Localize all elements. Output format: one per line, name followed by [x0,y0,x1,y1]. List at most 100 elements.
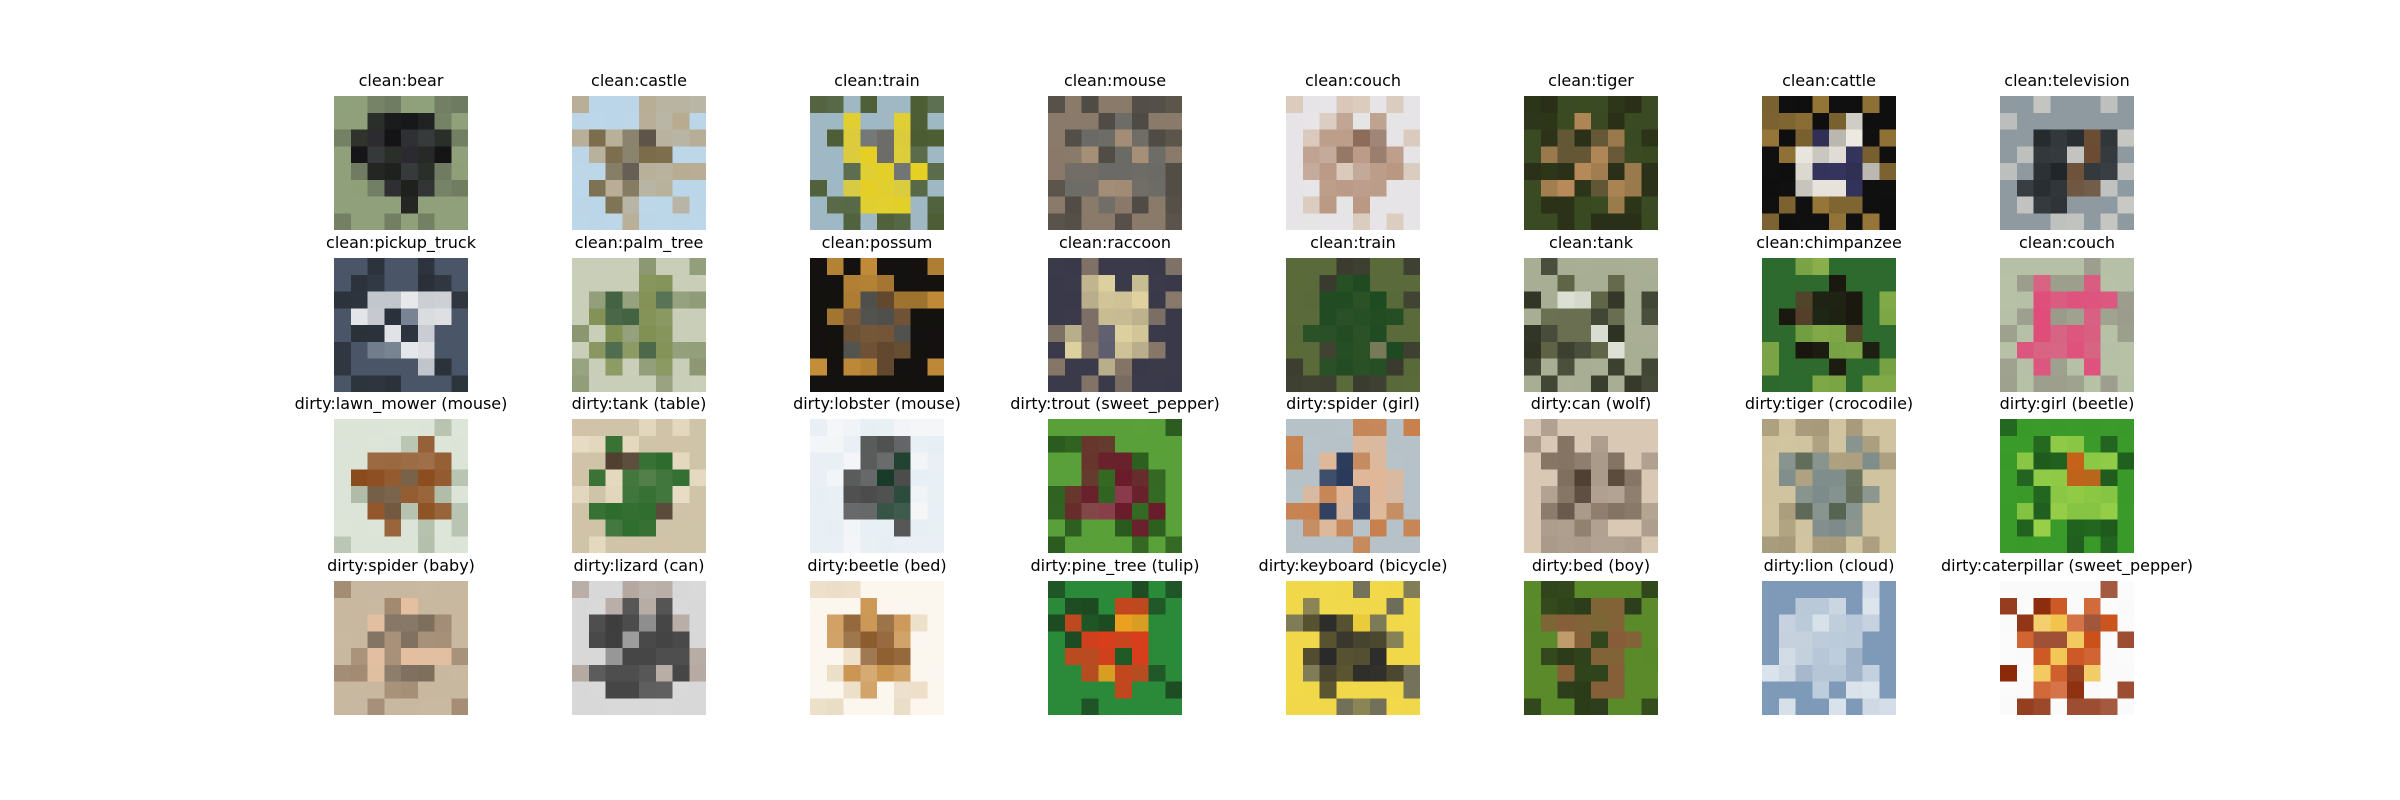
train-photo [810,96,944,230]
couch-photo [1286,96,1420,230]
mouse-photo [1048,96,1182,230]
couch-photo [2000,258,2134,392]
girl-photo [1286,419,1420,553]
grid-cell: dirty:girl (beetle) [2000,393,2134,573]
raccoon-photo-pixels [1048,258,1182,392]
tiger-photo-pixels [1524,96,1658,230]
sweet-pepper-photo-pixels [1048,419,1182,553]
grid-cell: clean:chimpanzee [1756,232,1902,412]
grid-cell: dirty:caterpillar (sweet_pepper) [1941,555,2193,735]
tank-photo [1524,258,1658,392]
couch-photo-pixels [2000,258,2134,392]
sweet-pepper-photo [1048,419,1182,553]
castle-photo-pixels [572,96,706,230]
girl-photo-pixels [1286,419,1420,553]
baby-photo-pixels [334,581,468,715]
chimpanzee-photo [1762,258,1896,392]
grid-cell: clean:cattle [1762,70,1896,250]
tiger-photo [1524,96,1658,230]
grid-cell: clean:couch [1286,70,1420,250]
train-photo-pixels [1286,258,1420,392]
crocodile-photo-pixels [1762,419,1896,553]
can-photo-pixels [572,581,706,715]
grid-cell: clean:castle [572,70,706,250]
sweet-pepper-photo [2000,581,2134,715]
bed-photo [810,581,944,715]
grid-cell: clean:tiger [1524,70,1658,250]
television-photo [2000,96,2134,230]
pickup-truck-photo [334,258,468,392]
bicycle-photo-pixels [1286,581,1420,715]
image-label: clean:couch [2018,233,2116,252]
table-photo [572,419,706,553]
image-label: dirty:girl (beetle) [1999,394,2135,413]
grid-cell: clean:television [2000,70,2134,250]
cattle-photo [1762,96,1896,230]
possum-photo-pixels [810,258,944,392]
train-photo-pixels [810,96,944,230]
image-label: dirty:caterpillar (sweet_pepper) [1940,556,2193,575]
grid-cell: clean:train [810,70,944,250]
grid-cell: clean:raccoon [1048,232,1182,412]
possum-photo [810,258,944,392]
grid-cell: clean:couch [2000,232,2134,412]
grid-cell: clean:possum [810,232,944,412]
chimpanzee-photo-pixels [1762,258,1896,392]
grid-cell: dirty:trout (sweet_pepper) [1010,393,1220,573]
grid-cell: clean:bear [334,70,468,250]
bear-photo [334,96,468,230]
tulip-photo-pixels [1048,581,1182,715]
palm-tree-photo-pixels [572,258,706,392]
grid-cell: dirty:lizard (can) [572,555,706,735]
image-label: clean:television [2004,71,2130,90]
grid-cell: dirty:pine_tree (tulip) [1031,555,1199,735]
bear-photo-pixels [334,96,468,230]
boy-photo-pixels [1524,581,1658,715]
grid-cell: clean:train [1286,232,1420,412]
baby-photo [334,581,468,715]
beetle-photo [2000,419,2134,553]
grid-cell: dirty:bed (boy) [1524,555,1658,735]
train-photo [1286,258,1420,392]
television-photo-pixels [2000,96,2134,230]
mouse-photo [334,419,468,553]
wolf-photo [1524,419,1658,553]
beetle-photo-pixels [2000,419,2134,553]
grid-cell: clean:palm_tree [572,232,706,412]
grid-cell: dirty:lobster (mouse) [793,393,961,573]
grid-cell: dirty:can (wolf) [1524,393,1658,573]
table-photo-pixels [572,419,706,553]
grid-cell: dirty:spider (girl) [1286,393,1420,573]
grid-cell: dirty:tiger (crocodile) [1745,393,1913,573]
pickup-truck-photo-pixels [334,258,468,392]
grid-cell: dirty:tank (table) [572,393,706,573]
image-grid: clean:bear clean:castle clean:train clean:m… [0,0,2400,800]
mouse-photo-pixels [810,419,944,553]
grid-cell: dirty:spider (baby) [327,555,475,735]
tank-photo-pixels [1524,258,1658,392]
crocodile-photo [1762,419,1896,553]
grid-cell: clean:tank [1524,232,1658,412]
wolf-photo-pixels [1524,419,1658,553]
palm-tree-photo [572,258,706,392]
can-photo [572,581,706,715]
grid-cell: clean:pickup_truck [326,232,476,412]
grid-cell: dirty:keyboard (bicycle) [1259,555,1447,735]
grid-cell: dirty:lion (cloud) [1762,555,1896,735]
cattle-photo-pixels [1762,96,1896,230]
cloud-photo [1762,581,1896,715]
cloud-photo-pixels [1762,581,1896,715]
grid-cell: dirty:lawn_mower (mouse) [295,393,507,573]
sweet-pepper-photo-pixels [2000,581,2134,715]
mouse-photo [810,419,944,553]
raccoon-photo [1048,258,1182,392]
mouse-photo-pixels [334,419,468,553]
castle-photo [572,96,706,230]
tulip-photo [1048,581,1182,715]
grid-cell: clean:mouse [1048,70,1182,250]
couch-photo-pixels [1286,96,1420,230]
mouse-photo-pixels [1048,96,1182,230]
bed-photo-pixels [810,581,944,715]
grid-cell: dirty:beetle (bed) [807,555,947,735]
bicycle-photo [1286,581,1420,715]
